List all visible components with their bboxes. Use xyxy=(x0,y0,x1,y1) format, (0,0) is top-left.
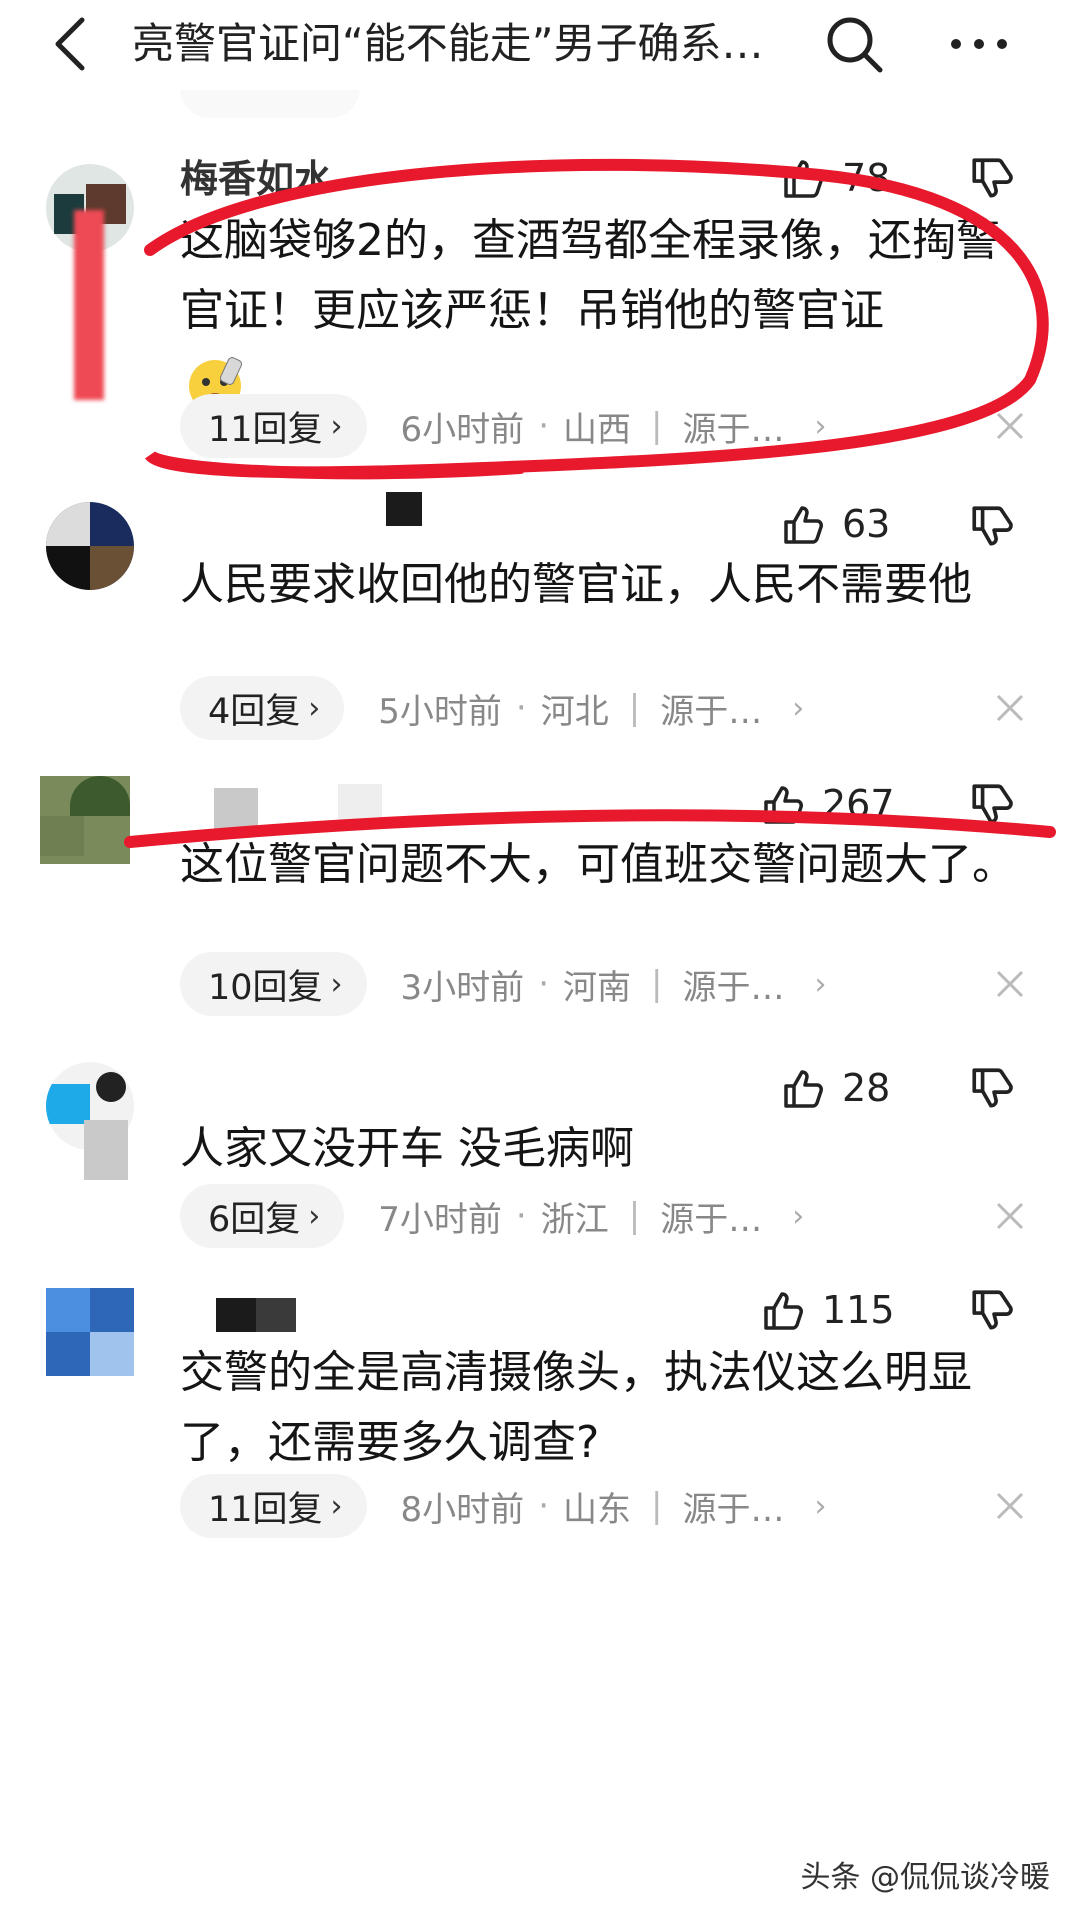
comment-text: 人家又没开车 没毛病啊 xyxy=(180,1123,634,1174)
search-icon[interactable] xyxy=(822,12,886,76)
redacted-username-block xyxy=(386,492,422,526)
comment-username[interactable]: 梅香如水 xyxy=(180,154,332,204)
close-icon[interactable] xyxy=(992,1488,1028,1524)
comment-text: 这脑袋够2的，查酒驾都全程录像，还掏警官证！更应该严惩！吊销他的警官证 xyxy=(180,206,1020,418)
like-button[interactable]: 78 xyxy=(780,150,890,206)
close-icon[interactable] xyxy=(992,408,1028,444)
redacted-username-block xyxy=(216,1298,256,1332)
close-icon[interactable] xyxy=(992,966,1028,1002)
redacted-username-block xyxy=(214,788,258,832)
like-button[interactable]: 28 xyxy=(780,1060,890,1116)
thumbs-down-icon[interactable] xyxy=(968,1286,1018,1336)
user-avatar[interactable] xyxy=(40,776,130,864)
comment-location: 河北 xyxy=(540,691,609,732)
like-button[interactable]: 63 xyxy=(780,496,890,552)
comment-location: 河南 xyxy=(563,967,631,1008)
previous-comment-meta xyxy=(0,84,1080,130)
comment-text: 这位警官问题不大，可值班交警问题大了。 xyxy=(180,839,1016,890)
like-button[interactable]: 267 xyxy=(760,776,895,832)
comment-location: 山东 xyxy=(563,1489,631,1530)
comment-time: 6小时前 xyxy=(400,409,525,450)
reply-count-button[interactable]: 10回复 › xyxy=(180,952,367,1016)
thumbs-down-icon[interactable] xyxy=(968,1064,1018,1114)
thumbs-up-icon xyxy=(764,1292,803,1330)
comment-source[interactable]: 源于… xyxy=(660,684,762,733)
comment-meta: 11回复 › 6小时前 · 山西 | 源于… › xyxy=(180,394,826,458)
comment-source[interactable]: 源于… xyxy=(660,1192,762,1241)
comment-source[interactable]: 源于… xyxy=(682,402,784,451)
reply-count-button[interactable]: 11回复 › xyxy=(180,394,367,458)
avatar-blur-block xyxy=(74,210,104,400)
redacted-username-block xyxy=(338,784,382,828)
comment-time: 7小时前 xyxy=(378,1199,502,1240)
watermark: 头条 @侃侃谈冷暖 xyxy=(800,1860,1050,1895)
thumbs-up-icon xyxy=(764,786,803,824)
comment-time: 5小时前 xyxy=(378,691,502,732)
like-count: 78 xyxy=(842,156,891,200)
reply-count-button[interactable]: 6回复 › xyxy=(180,1184,345,1248)
thumbs-up-icon xyxy=(784,506,823,544)
chevron-right-icon[interactable]: › xyxy=(792,691,804,726)
chevron-right-icon[interactable]: › xyxy=(814,409,826,444)
thumbs-up-icon xyxy=(784,1070,823,1108)
thumbs-up-icon xyxy=(784,160,823,198)
thumbs-down-icon[interactable] xyxy=(968,502,1018,552)
reply-count-button[interactable]: 11回复 › xyxy=(180,1474,367,1538)
back-arrow-icon[interactable] xyxy=(44,14,104,74)
comment-time: 3小时前 xyxy=(400,967,525,1008)
avatar-blur-block xyxy=(84,1120,128,1180)
thumbs-down-icon[interactable] xyxy=(968,154,1018,204)
chevron-right-icon[interactable]: › xyxy=(814,1489,826,1524)
chevron-right-icon[interactable]: › xyxy=(814,967,826,1002)
user-avatar[interactable] xyxy=(46,502,134,590)
comment-meta: 11回复 › 8小时前 · 山东 | 源于… › xyxy=(180,1474,826,1538)
reply-count-button[interactable]: 4回复 › xyxy=(180,676,345,740)
redacted-username-block xyxy=(256,1298,296,1332)
like-button[interactable]: 115 xyxy=(760,1282,895,1338)
comment-text: 交警的全是高清摄像头，执法仪这么明显了，还需要多久调查? xyxy=(180,1347,972,1468)
chevron-right-icon[interactable]: › xyxy=(792,1199,804,1234)
like-count: 115 xyxy=(822,1288,895,1332)
close-icon[interactable] xyxy=(992,1198,1028,1234)
comment-meta: 10回复 › 3小时前 · 河南 | 源于… › xyxy=(180,952,826,1016)
comment-source[interactable]: 源于… xyxy=(682,1482,784,1531)
comment-meta: 6回复 › 7小时前 · 浙江 | 源于… › xyxy=(180,1184,804,1248)
comment-text: 人民要求收回他的警官证，人民不需要他 xyxy=(180,559,972,610)
comment-source[interactable]: 源于… xyxy=(682,960,784,1009)
comment-location: 浙江 xyxy=(540,1199,609,1240)
like-count: 63 xyxy=(842,502,891,546)
thumbs-down-icon[interactable] xyxy=(968,780,1018,830)
close-icon[interactable] xyxy=(992,690,1028,726)
comment-location: 山西 xyxy=(563,409,631,450)
user-avatar[interactable] xyxy=(46,1288,134,1376)
like-count: 28 xyxy=(842,1066,891,1110)
comment-meta: 4回复 › 5小时前 · 河北 | 源于… › xyxy=(180,676,804,740)
like-count: 267 xyxy=(822,782,895,826)
more-options-icon[interactable] xyxy=(944,14,1014,74)
top-bar: 亮警官证问“能不能走”男子确系… xyxy=(0,0,1080,90)
comment-time: 8小时前 xyxy=(400,1489,525,1530)
article-title: 亮警官证问“能不能走”男子确系… xyxy=(132,19,764,68)
